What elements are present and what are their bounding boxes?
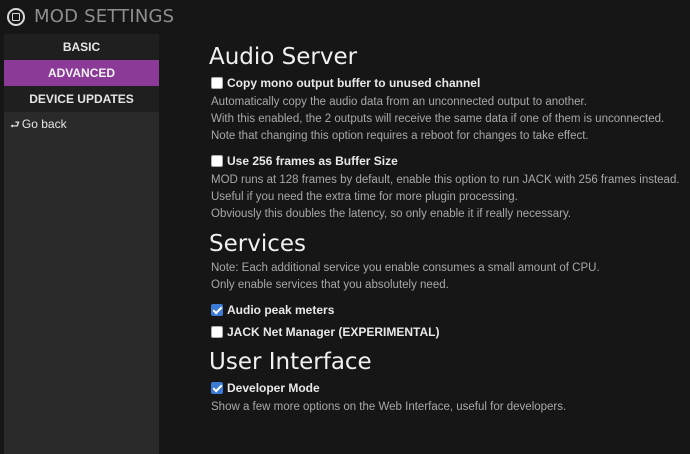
peak-meters-label[interactable]: Audio peak meters — [227, 303, 334, 317]
copy-mono-desc-line: Automatically copy the audio data from a… — [211, 96, 587, 108]
back-arrow-icon: ⮐ — [10, 119, 20, 131]
jack-net-label[interactable]: JACK Net Manager (EXPERIMENTAL) — [227, 325, 439, 339]
services-note: Note: Each additional service you enable… — [211, 260, 687, 294]
developer-mode-desc-line: Show a few more options on the Web Inter… — [211, 401, 567, 413]
copy-mono-label[interactable]: Copy mono output buffer to unused channe… — [227, 76, 480, 90]
developer-mode-label[interactable]: Developer Mode — [227, 381, 320, 395]
services-note-line: Note: Each additional service you enable… — [211, 262, 600, 274]
sidebar: BASIC ADVANCED DEVICE UPDATES ⮐ Go back — [4, 34, 159, 454]
copy-mono-checkbox[interactable] — [211, 77, 223, 89]
copy-mono-desc-line: With this enabled, the 2 outputs will re… — [211, 113, 665, 125]
peak-meters-checkbox[interactable] — [211, 304, 223, 316]
app-title: MOD SETTINGS — [34, 6, 175, 27]
frames-256-description: MOD runs at 128 frames by default, enabl… — [211, 172, 687, 223]
option-developer-mode: Developer Mode — [209, 381, 687, 395]
sidebar-item-basic[interactable]: BASIC — [4, 34, 159, 60]
section-title-user-interface: User Interface — [209, 349, 372, 375]
top-bar: MOD SETTINGS — [0, 0, 690, 34]
settings-content: Audio Server Copy mono output buffer to … — [209, 40, 687, 416]
option-jack-net: JACK Net Manager (EXPERIMENTAL) — [209, 325, 687, 339]
option-peak-meters: Audio peak meters — [209, 303, 687, 317]
go-back-link[interactable]: ⮐ Go back — [4, 116, 159, 135]
frames-256-desc-line: Obviously this doubles the latency, so o… — [211, 208, 572, 220]
option-copy-mono: Copy mono output buffer to unused channe… — [209, 76, 687, 90]
copy-mono-desc-line: Note that changing this option requires … — [211, 130, 589, 142]
mod-logo-icon — [7, 8, 25, 26]
frames-256-checkbox[interactable] — [211, 155, 223, 167]
frames-256-desc-line: Useful if you need the extra time for mo… — [211, 191, 518, 203]
sidebar-item-device-updates[interactable]: DEVICE UPDATES — [4, 86, 159, 112]
developer-mode-description: Show a few more options on the Web Inter… — [211, 399, 687, 416]
go-back-label: Go back — [21, 117, 67, 131]
services-note-line: Only enable services that you absolutely… — [211, 279, 449, 291]
section-title-services: Services — [209, 231, 306, 257]
copy-mono-description: Automatically copy the audio data from a… — [211, 94, 687, 145]
sidebar-item-advanced[interactable]: ADVANCED — [4, 60, 159, 86]
frames-256-label[interactable]: Use 256 frames as Buffer Size — [227, 154, 398, 168]
developer-mode-checkbox[interactable] — [211, 382, 223, 394]
option-256-frames: Use 256 frames as Buffer Size — [209, 154, 687, 168]
jack-net-checkbox[interactable] — [211, 326, 223, 338]
frames-256-desc-line: MOD runs at 128 frames by default, enabl… — [211, 174, 680, 186]
section-title-audio-server: Audio Server — [209, 44, 358, 70]
